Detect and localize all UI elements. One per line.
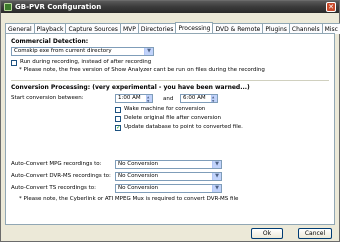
- commercial-detection-title: Commercial Detection:: [11, 38, 89, 45]
- and-label: and: [163, 96, 174, 102]
- autoconvert-ts-value: No Conversion: [118, 185, 159, 191]
- section-divider: [11, 80, 329, 81]
- commercial-detector-select[interactable]: Comskip exe from current directory ▼: [11, 47, 154, 56]
- autoconvert-mpg-label: Auto-Convert MPG recordings to:: [11, 161, 102, 167]
- autoconvert-ts-select[interactable]: No Conversion ▼: [115, 184, 222, 193]
- chevron-down-icon[interactable]: ▼: [212, 173, 221, 180]
- spinner-icon[interactable]: [146, 94, 152, 105]
- conversion-processing-title: Conversion Processing: (very experimenta…: [11, 84, 250, 91]
- wake-machine-checkbox[interactable]: [115, 107, 121, 113]
- close-icon[interactable]: ✕: [326, 2, 336, 12]
- end-time-value: 6:00 AM: [183, 95, 206, 101]
- ok-button[interactable]: Ok: [251, 228, 283, 239]
- autoconvert-ts-label: Auto-Convert TS recordings to:: [11, 185, 97, 191]
- config-window: GB-PVR Configuration ✕ General Playback Ca…: [0, 0, 340, 242]
- autoconvert-dvrms-label: Auto-Convert DVR-MS recordings to:: [11, 173, 111, 179]
- spinner-icon[interactable]: [211, 94, 217, 105]
- window-title: GB-PVR Configuration: [15, 3, 102, 11]
- chevron-down-icon[interactable]: ▼: [144, 48, 153, 55]
- show-analyzer-note: * Please note, the free version of Show …: [19, 67, 265, 73]
- wake-machine-label: Wake machine for conversion: [124, 106, 206, 112]
- delete-original-checkbox[interactable]: [115, 116, 121, 122]
- commercial-detector-value: Comskip exe from current directory: [14, 48, 112, 54]
- chevron-down-icon[interactable]: ▼: [212, 161, 221, 168]
- start-conversion-label: Start conversion between:: [11, 95, 84, 101]
- autoconvert-dvrms-select[interactable]: No Conversion ▼: [115, 172, 222, 181]
- start-time-picker[interactable]: 1:00 AM: [115, 94, 153, 105]
- run-during-recording-checkbox[interactable]: [11, 60, 17, 66]
- title-bar[interactable]: GB-PVR Configuration ✕: [1, 1, 339, 13]
- delete-original-label: Delete original file after conversion: [124, 115, 222, 121]
- autoconvert-mpg-select[interactable]: No Conversion ▼: [115, 160, 222, 169]
- end-time-picker[interactable]: 6:00 AM: [180, 94, 218, 105]
- chevron-down-icon[interactable]: ▼: [212, 185, 221, 192]
- processing-panel: Commercial Detection: Comskip exe from c…: [5, 33, 335, 225]
- update-database-checkbox[interactable]: ✓: [115, 125, 121, 131]
- start-time-value: 1:00 AM: [118, 95, 141, 101]
- run-during-recording-label: Run during recording, instead of after r…: [20, 59, 152, 65]
- tab-strip: General Playback Capture Sources MVP Directo…: [5, 21, 340, 35]
- cancel-button[interactable]: Cancel: [298, 228, 332, 239]
- autoconvert-mpg-value: No Conversion: [118, 161, 159, 167]
- mpeg-mux-note: * Please note, the Cyberlink or ATI MPEG…: [19, 196, 239, 202]
- app-icon: [4, 3, 12, 11]
- update-database-label: Update database to point to converted fi…: [124, 124, 243, 130]
- autoconvert-dvrms-value: No Conversion: [118, 173, 159, 179]
